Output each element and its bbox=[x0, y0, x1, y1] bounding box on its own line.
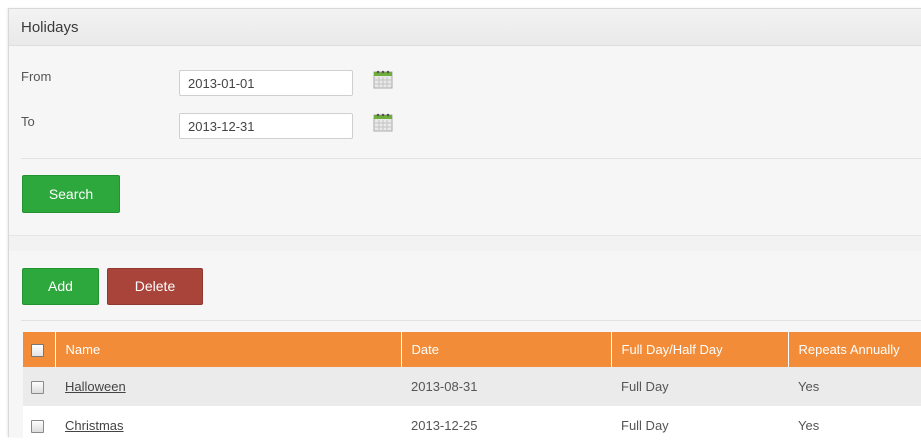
from-date-input[interactable] bbox=[179, 70, 353, 96]
calendar-icon[interactable] bbox=[373, 69, 393, 89]
calendar-icon[interactable] bbox=[373, 112, 393, 132]
search-button[interactable]: Search bbox=[22, 175, 120, 213]
divider bbox=[21, 158, 921, 159]
to-label: To bbox=[21, 114, 35, 129]
delete-button[interactable]: Delete bbox=[107, 268, 203, 305]
to-date-input[interactable] bbox=[179, 113, 353, 139]
row-select-cell bbox=[23, 367, 55, 406]
holiday-name-link[interactable]: Christmas bbox=[65, 418, 124, 433]
holiday-name-cell: Halloween bbox=[55, 367, 401, 406]
holiday-length-cell: Full Day bbox=[611, 367, 788, 406]
row-checkbox[interactable] bbox=[31, 381, 44, 395]
holiday-repeats-cell: Yes bbox=[788, 367, 921, 406]
panel-header: Holidays bbox=[9, 9, 921, 46]
table-row: Halloween 2013-08-31 Full Day Yes bbox=[23, 367, 921, 406]
holiday-repeats-cell: Yes bbox=[788, 406, 921, 445]
table-row: Christmas 2013-12-25 Full Day Yes bbox=[23, 406, 921, 445]
holiday-date-cell: 2013-08-31 bbox=[401, 367, 611, 406]
holiday-name-link[interactable]: Halloween bbox=[65, 379, 126, 394]
holidays-panel: Holidays From To bbox=[8, 8, 921, 445]
select-all-cell bbox=[23, 332, 56, 367]
holidays-table: Name Date Full Day/Half Day Repeats Annu… bbox=[23, 332, 921, 445]
table-header-row: Name Date Full Day/Half Day Repeats Annu… bbox=[23, 332, 921, 367]
select-all-checkbox[interactable] bbox=[31, 344, 44, 358]
divider bbox=[21, 320, 921, 321]
row-checkbox[interactable] bbox=[31, 420, 44, 434]
column-header-length[interactable]: Full Day/Half Day bbox=[611, 332, 789, 367]
page-title: Holidays bbox=[21, 19, 79, 36]
holiday-length-cell: Full Day bbox=[611, 406, 788, 445]
row-select-cell bbox=[23, 406, 55, 445]
search-panel: Holidays From To bbox=[9, 9, 921, 235]
holiday-name-cell: Christmas bbox=[55, 406, 401, 445]
column-header-date[interactable]: Date bbox=[401, 332, 612, 367]
column-header-repeats[interactable]: Repeats Annually bbox=[788, 332, 921, 367]
holiday-date-cell: 2013-12-25 bbox=[401, 406, 611, 445]
column-header-name[interactable]: Name bbox=[55, 332, 402, 367]
from-label: From bbox=[21, 69, 52, 84]
add-button[interactable]: Add bbox=[22, 268, 99, 305]
